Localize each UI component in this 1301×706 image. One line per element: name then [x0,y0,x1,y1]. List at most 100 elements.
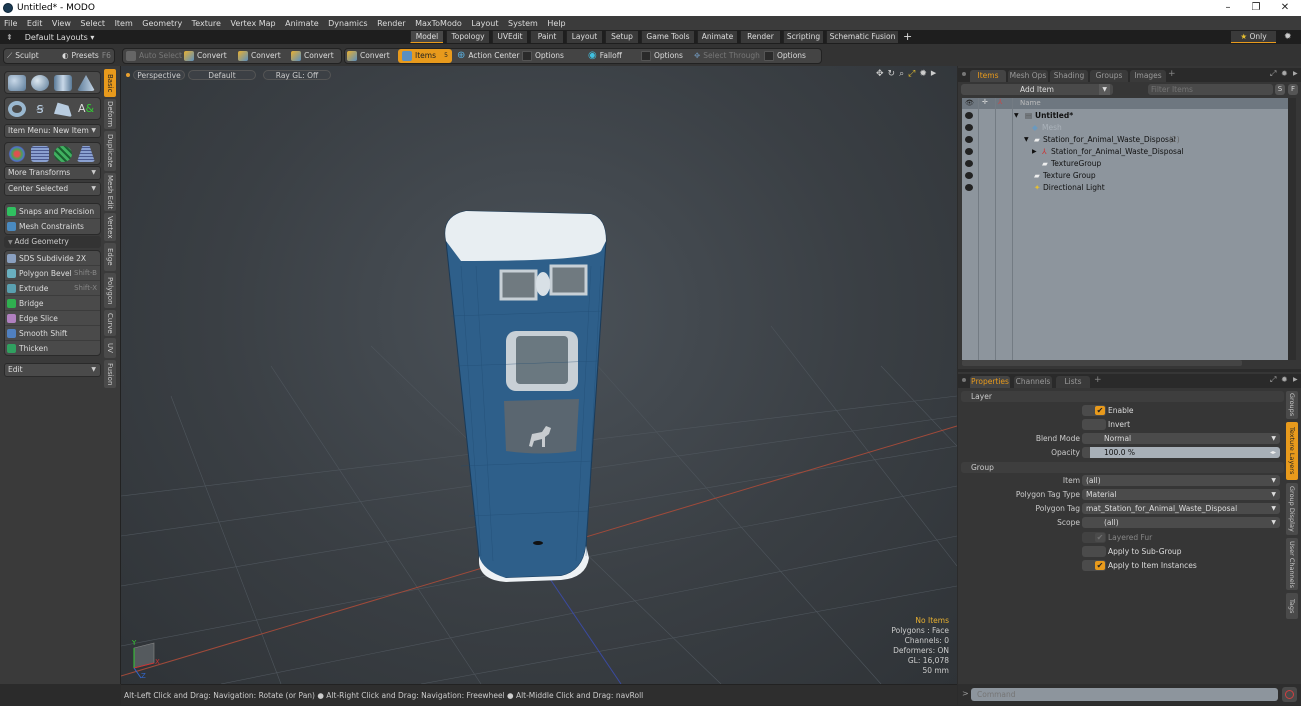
menu-system[interactable]: System [508,19,538,28]
add-tab-button[interactable]: + [1094,375,1102,385]
tree-row-mesh[interactable]: ◆ Mesh [962,122,1288,134]
eye-icon[interactable] [965,184,973,191]
gear-icon[interactable]: ✹ [1284,30,1292,44]
vtab-fusion[interactable]: Fusion [104,360,116,388]
menu-texture[interactable]: Texture [192,19,221,28]
convert-polygons-button[interactable]: Convert [291,49,334,63]
enable-checkbox[interactable]: ✔ [1082,405,1106,416]
rotate-icon[interactable]: ↻ [888,69,896,79]
collapse-triangle-icon[interactable]: ▶ [1032,146,1037,158]
add-item-dropdown[interactable]: Add Item ▼ [961,84,1113,95]
apply-sub-group-checkbox[interactable] [1082,546,1106,557]
view-perspective-button[interactable]: Perspective [133,70,185,80]
only-toggle[interactable]: ★ Only [1231,31,1276,43]
text-tool-icon[interactable]: A& [77,101,95,117]
scope-dropdown[interactable]: (all) ▼ [1082,517,1280,528]
tab-model[interactable]: Model [410,31,443,43]
tab-mesh-ops[interactable]: Mesh Ops [1008,70,1048,82]
panel-gear-icon[interactable]: ✹ [1281,375,1288,384]
vtab-duplicate[interactable]: Duplicate [104,131,116,171]
tab-topology[interactable]: Topology [446,31,489,43]
tab-render[interactable]: Render [740,31,780,43]
record-button[interactable] [1282,687,1297,702]
panel-gear-icon[interactable]: ✹ [1281,69,1288,78]
menu-dynamics[interactable]: Dynamics [328,19,367,28]
vtab-basic[interactable]: Basic [104,69,116,97]
menu-maxtomodo[interactable]: MaxToModo [415,19,462,28]
viewport-indicator-dot[interactable] [126,73,130,77]
maximize-icon[interactable]: ⤢ [908,69,915,79]
f-button[interactable]: F [1288,84,1298,95]
tool-smooth-shift[interactable]: Smooth Shift [5,326,100,341]
vtab-user-channels[interactable]: User Channels [1286,538,1298,590]
tab-uvedit[interactable]: UVEdit [492,31,527,43]
tab-layout[interactable]: Layout [566,31,602,43]
tab-setup[interactable]: Setup [605,31,638,43]
tool-thicken[interactable]: Thicken [5,341,100,356]
settings-icon[interactable]: ✹ [919,69,927,79]
eye-icon[interactable] [965,112,973,119]
convert-items-button[interactable]: Convert [347,49,390,63]
vtab-tags[interactable]: Tags [1286,593,1298,619]
tab-game-tools[interactable]: Game Tools [641,31,694,43]
tool-edge-slice[interactable]: Edge Slice [5,311,100,326]
tab-channels[interactable]: Channels [1014,376,1052,388]
items-mode-button[interactable]: Items 5 [398,49,452,63]
tree-scrollbar[interactable] [1288,98,1296,360]
vtab-group-display[interactable]: Group Display [1286,483,1298,535]
eye-icon[interactable] [965,160,973,167]
vtab-mesh-edit[interactable]: Mesh Edit [104,173,116,211]
item-dropdown[interactable]: (all) ▼ [1082,475,1280,486]
menu-view[interactable]: View [52,19,71,28]
raygl-button[interactable]: Ray GL: Off [263,70,331,80]
presets-button[interactable]: ◐ Presets F6 [62,49,111,63]
convert-edges-button[interactable]: Convert [238,49,281,63]
eye-icon[interactable] [965,136,973,143]
eye-icon[interactable] [965,172,973,179]
vtab-deform[interactable]: Deform [104,99,116,129]
menu-animate[interactable]: Animate [285,19,319,28]
3d-viewport[interactable]: Y X Z Perspective Default Ray GL: Off ✥ … [121,66,957,684]
blend-mode-dropdown[interactable]: Normal ▼ [1082,433,1280,444]
vtab-texture-layers[interactable]: Texture Layers [1286,422,1298,480]
lock-col-icon[interactable]: ✛ [982,98,988,106]
vtab-groups[interactable]: Groups [1286,391,1298,419]
tree-row-untitled[interactable]: ▼ ▤ Untitled* [962,110,1288,122]
auto-select-button[interactable]: Auto Select [126,49,182,63]
menu-render[interactable]: Render [377,19,405,28]
filter-items-input[interactable] [1148,84,1273,95]
tree-horizontal-scrollbar[interactable] [962,360,1242,366]
group-section-header[interactable]: Group [961,462,1284,473]
convert-vertices-button[interactable]: Convert [184,49,227,63]
item-menu-dropdown[interactable]: Item Menu: New Item ▼ [4,124,101,138]
opacity-slider[interactable]: 100.0 % ◂▸ [1082,447,1280,458]
menu-edit[interactable]: Edit [27,19,43,28]
sculpt-button[interactable]: ⟋ Sculpt [7,49,39,63]
torus-primitive-icon[interactable] [8,101,26,117]
add-layout-tab-button[interactable]: + [903,30,912,44]
add-tab-button[interactable]: + [1168,69,1176,79]
tool-extrude[interactable]: Extrude Shift-X [5,281,100,296]
restore-button[interactable]: ❐ [1241,0,1271,16]
menu-file[interactable]: File [4,19,17,28]
action-center-options-button[interactable]: Options [522,49,564,63]
mesh-constraints-button[interactable]: Mesh Constraints [5,219,100,234]
tab-lists[interactable]: Lists [1056,376,1090,388]
menu-vertex-map[interactable]: Vertex Map [230,19,275,28]
tree-row-directional-light[interactable]: ✦ Directional Light [962,182,1288,194]
default-layouts-dropdown[interactable]: Default Layouts ▾ [25,33,95,42]
polygon-tag-dropdown[interactable]: mat_Station_for_Animal_Waste_Disposal ▼ [1082,503,1280,514]
axis-col-icon[interactable]: ⅄ [998,98,1002,106]
sphere-primitive-icon[interactable] [31,75,49,91]
tab-properties[interactable]: Properties [970,376,1010,388]
cylinder-primitive-icon[interactable] [54,75,72,91]
menu-help[interactable]: Help [547,19,565,28]
vtab-curve[interactable]: Curve [104,310,116,336]
invert-checkbox[interactable] [1082,419,1106,430]
action-center-button[interactable]: ⊕ Action Center [457,49,520,63]
vtab-edge[interactable]: Edge [104,243,116,271]
menu-item[interactable]: Item [115,19,133,28]
shading-default-button[interactable]: Default [188,70,256,80]
tree-row-station-group[interactable]: ▼ ▰ Station_for_Animal_Waste_Disposal (2) [962,134,1288,146]
tab-scripting[interactable]: Scripting [783,31,823,43]
